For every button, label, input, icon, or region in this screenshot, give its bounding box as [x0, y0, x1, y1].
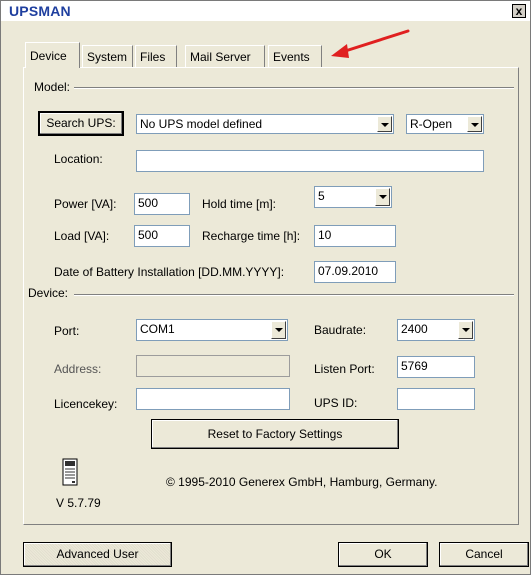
open-mode-select[interactable]: R-Open — [406, 114, 484, 134]
model-divider — [74, 87, 514, 89]
address-input — [136, 355, 290, 377]
listen-port-label: Listen Port: — [314, 362, 375, 376]
model-section-heading: Model: — [34, 80, 71, 94]
power-label: Power [VA]: — [54, 197, 117, 211]
reset-factory-button[interactable]: Reset to Factory Settings — [151, 419, 399, 449]
chevron-down-icon[interactable] — [467, 116, 482, 132]
hold-time-select[interactable]: 5 — [314, 186, 392, 208]
chevron-down-icon[interactable] — [458, 321, 473, 339]
load-label: Load [VA]: — [54, 229, 110, 243]
device-section-heading: Device: — [28, 286, 69, 300]
ups-device-icon — [62, 458, 78, 486]
version-text: V 5.7.79 — [56, 496, 101, 510]
chevron-down-icon[interactable] — [377, 116, 392, 132]
device-tab-panel: Model: Search UPS: No UPS model defined … — [23, 67, 519, 525]
battery-date-label: Date of Battery Installation [DD.MM.YYYY… — [54, 265, 285, 279]
battery-date-input[interactable]: 07.09.2010 — [314, 261, 396, 283]
chevron-down-icon[interactable] — [271, 321, 286, 339]
port-label: Port: — [54, 324, 80, 338]
port-select[interactable]: COM1 — [136, 319, 288, 341]
baudrate-label: Baudrate: — [314, 323, 367, 337]
licencekey-input[interactable] — [136, 388, 290, 410]
copyright-text: © 1995-2010 Generex GmbH, Hamburg, Germa… — [166, 475, 438, 489]
title-bar: UPSMAN x — [1, 1, 530, 21]
ups-id-input[interactable] — [397, 388, 475, 410]
recharge-time-input[interactable]: 10 — [314, 225, 396, 247]
close-button[interactable]: x — [512, 4, 526, 18]
tab-mail-server[interactable]: Mail Server — [185, 45, 265, 67]
address-label: Address: — [54, 362, 102, 376]
listen-port-input[interactable]: 5769 — [397, 356, 475, 378]
search-ups-button[interactable]: Search UPS: — [38, 111, 124, 136]
power-input[interactable]: 500 — [134, 193, 190, 215]
recharge-time-label: Recharge time [h]: — [202, 229, 301, 243]
ok-button[interactable]: OK — [338, 542, 428, 567]
location-input[interactable] — [136, 150, 484, 172]
load-input[interactable]: 500 — [134, 225, 190, 247]
ups-model-select[interactable]: No UPS model defined — [136, 114, 394, 134]
location-label: Location: — [54, 152, 103, 166]
licencekey-label: Licencekey: — [54, 397, 118, 411]
cancel-button[interactable]: Cancel — [439, 542, 529, 567]
tab-device[interactable]: Device — [25, 42, 80, 68]
close-icon: x — [515, 4, 523, 18]
device-divider — [74, 294, 514, 296]
baudrate-select[interactable]: 2400 — [397, 319, 475, 341]
hold-time-label: Hold time [m]: — [202, 197, 277, 211]
tab-files[interactable]: Files — [135, 45, 177, 67]
advanced-user-button[interactable]: Advanced User — [23, 542, 172, 567]
chevron-down-icon[interactable] — [375, 188, 390, 206]
annotation-arrow-icon — [331, 29, 410, 58]
ups-id-label: UPS ID: — [314, 396, 358, 410]
upsman-window: UPSMAN x Device System Files Mail Server… — [0, 0, 531, 575]
window-title: UPSMAN — [9, 3, 71, 19]
tab-system[interactable]: System — [82, 45, 133, 67]
